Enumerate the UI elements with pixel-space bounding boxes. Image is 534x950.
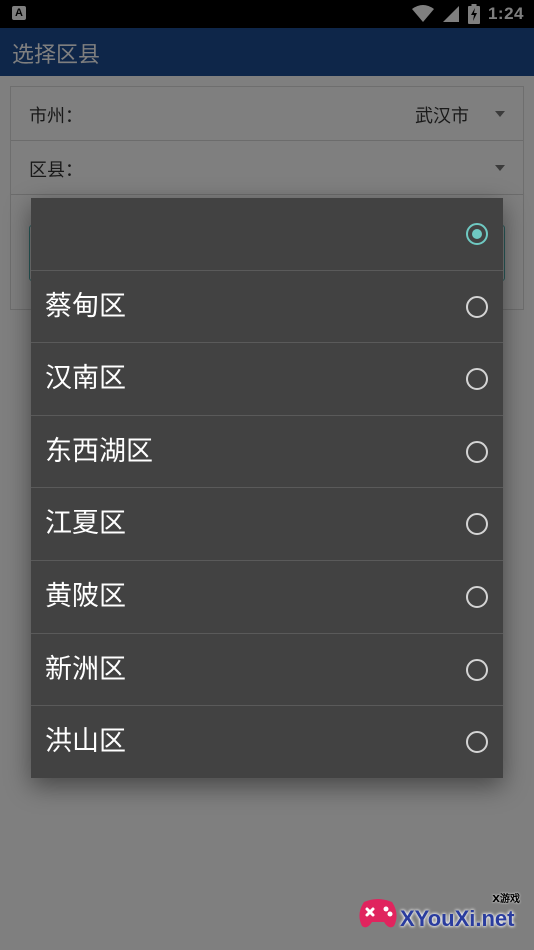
option-label: 江夏区 <box>45 508 126 540</box>
option-item[interactable]: 江夏区 <box>31 488 503 561</box>
watermark-subtitle: X游戏 <box>492 894 520 905</box>
option-item[interactable]: 蔡甸区 <box>31 271 503 344</box>
radio-unchecked-icon[interactable] <box>466 368 488 391</box>
option-label: 黄陂区 <box>45 580 126 612</box>
option-item[interactable]: 东西湖区 <box>31 416 503 489</box>
option-item[interactable] <box>31 198 503 271</box>
option-label: 洪山区 <box>45 726 126 758</box>
radio-unchecked-icon[interactable] <box>466 513 488 536</box>
option-label: 东西湖区 <box>45 435 153 467</box>
county-choice-dialog: 蔡甸区 汉南区 东西湖区 江夏区 黄陂区 新洲区 洪山区 <box>31 198 503 778</box>
option-label: 新洲区 <box>45 653 126 685</box>
radio-unchecked-icon[interactable] <box>466 295 488 318</box>
option-label: 蔡甸区 <box>45 290 126 322</box>
watermark: X游戏 XYouXi.net <box>354 882 524 942</box>
radio-unchecked-icon[interactable] <box>466 658 488 681</box>
option-label: 汉南区 <box>45 363 126 395</box>
gamepad-icon <box>359 899 397 928</box>
radio-unchecked-icon[interactable] <box>466 585 488 608</box>
option-item[interactable]: 黄陂区 <box>31 561 503 634</box>
radio-checked-icon[interactable] <box>466 223 488 245</box>
radio-unchecked-icon[interactable] <box>466 731 488 754</box>
option-item[interactable]: 洪山区 <box>31 706 503 779</box>
watermark-text: XYouXi.net <box>400 906 515 931</box>
option-item[interactable]: 汉南区 <box>31 343 503 416</box>
radio-unchecked-icon[interactable] <box>466 440 488 463</box>
option-item[interactable]: 新洲区 <box>31 634 503 707</box>
